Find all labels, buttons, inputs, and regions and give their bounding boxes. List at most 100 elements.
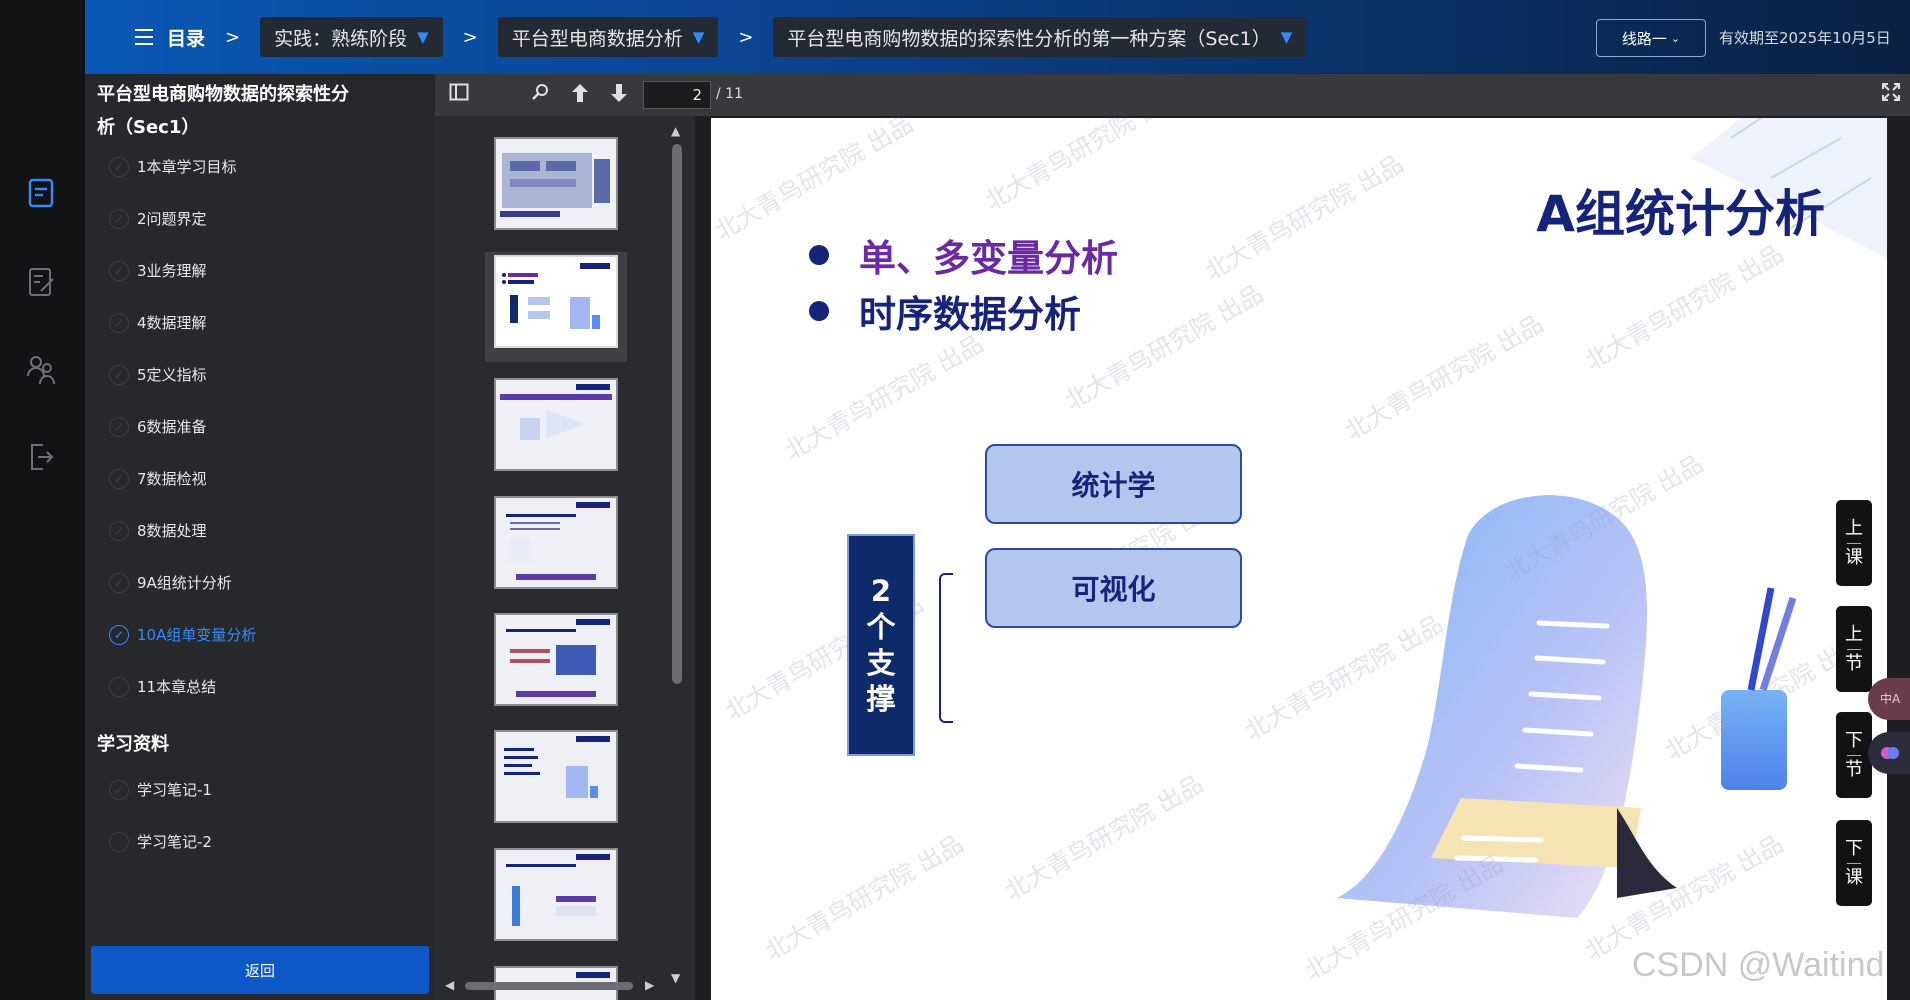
previous-lesson-button[interactable]: 上 课 bbox=[1836, 500, 1872, 586]
chapter-label: 2问题界定 bbox=[137, 210, 207, 228]
breadcrumb-course-label: 平台型电商数据分析 bbox=[511, 27, 683, 50]
pdf-toolbar: 2 / 11 bbox=[435, 74, 1910, 116]
caret-down-icon: ▼ bbox=[417, 28, 429, 46]
back-button[interactable]: 返回 bbox=[91, 946, 429, 994]
page-thumbnail[interactable] bbox=[494, 378, 618, 471]
support-label-char: 个 bbox=[866, 610, 896, 644]
scroll-left-icon[interactable]: ◀ bbox=[445, 978, 454, 992]
previous-page-icon[interactable] bbox=[570, 82, 590, 109]
toc-button[interactable]: 目录 bbox=[135, 24, 205, 51]
page-thumbnail-selected[interactable] bbox=[494, 255, 618, 348]
edit-icon[interactable] bbox=[26, 266, 56, 298]
course-title: 平台型电商购物数据的探索性分析（Sec1） bbox=[97, 84, 349, 138]
page-thumbnail[interactable] bbox=[494, 137, 618, 230]
pdf-page: 北大青鸟研究院 出品 北大青鸟研究院 出品 北大青鸟研究院 出品 北大青鸟研究院… bbox=[711, 118, 1887, 1000]
thumbnail-panel: ▲ ▼ ◀ ▶ bbox=[435, 116, 695, 1000]
chapter-item[interactable]: ✓ 7数据检视 bbox=[109, 468, 207, 489]
check-circle-icon: ✓ bbox=[109, 520, 129, 541]
search-icon[interactable] bbox=[530, 82, 550, 107]
fullscreen-icon[interactable] bbox=[1882, 82, 1900, 106]
previous-section-button[interactable]: 上 节 bbox=[1836, 606, 1872, 692]
chapter-item[interactable]: ✓ 9A组统计分析 bbox=[109, 572, 232, 593]
check-circle-icon: ✓ bbox=[109, 364, 129, 385]
chapter-item-active[interactable]: ✓ 10A组单变量分析 bbox=[109, 624, 256, 645]
bullet-dot bbox=[809, 301, 829, 321]
next-page-icon[interactable] bbox=[609, 82, 629, 109]
chapter-label: 5定义指标 bbox=[137, 366, 207, 384]
side-button-char: 课 bbox=[1845, 866, 1863, 888]
icon-rail bbox=[0, 0, 85, 1000]
pillar-box-statistics: 统计学 bbox=[985, 444, 1242, 524]
scroll-down-icon[interactable]: ▼ bbox=[671, 971, 680, 985]
circle-icon bbox=[109, 676, 129, 697]
check-circle-icon: ✓ bbox=[109, 260, 129, 281]
exit-icon[interactable] bbox=[26, 441, 56, 473]
material-label: 学习笔记-1 bbox=[137, 781, 212, 799]
chapter-label: 1本章学习目标 bbox=[137, 158, 237, 176]
page-thumbnail[interactable] bbox=[494, 848, 618, 941]
ai-brain-icon[interactable] bbox=[1868, 732, 1910, 774]
breadcrumb-course[interactable]: 平台型电商数据分析 ▼ bbox=[497, 17, 719, 57]
chapter-item[interactable]: ✓ 3业务理解 bbox=[109, 260, 207, 281]
breadcrumb-separator: > bbox=[225, 26, 241, 48]
translate-icon[interactable]: 中A bbox=[1868, 678, 1910, 720]
breadcrumb-stage[interactable]: 实践：熟练阶段 ▼ bbox=[260, 17, 443, 57]
chapter-sidebar: 平台型电商购物数据的探索性分析（Sec1） ✓ 1本章学习目标 ✓ 2问题界定 ✓ 3… bbox=[85, 74, 435, 1000]
route-select-button[interactable]: 线路一 ⌄ bbox=[1596, 19, 1706, 57]
chapter-label: 3业务理解 bbox=[137, 262, 207, 280]
svg-text:中A: 中A bbox=[1880, 691, 1901, 706]
chapter-item[interactable]: ✓ 6数据准备 bbox=[109, 416, 207, 437]
material-item[interactable]: 学习笔记-2 bbox=[109, 831, 212, 852]
page-thumbnail[interactable] bbox=[494, 496, 618, 589]
breadcrumb-separator: > bbox=[462, 26, 478, 48]
side-button-char: 上 bbox=[1845, 517, 1863, 539]
bullet-text: 时序数据分析 bbox=[859, 293, 1081, 336]
chapter-item[interactable]: 11本章总结 bbox=[109, 676, 216, 697]
side-button-char: 下 bbox=[1845, 837, 1863, 859]
scroll-up-icon[interactable]: ▲ bbox=[671, 124, 680, 138]
thumbnail-horizontal-scrollbar[interactable] bbox=[465, 982, 633, 990]
caret-down-icon: ▼ bbox=[1280, 28, 1293, 46]
document-icon[interactable] bbox=[26, 177, 56, 209]
check-circle-icon: ✓ bbox=[109, 779, 129, 800]
page-number-input[interactable]: 2 bbox=[643, 81, 711, 109]
next-section-button[interactable]: 下 节 bbox=[1836, 712, 1872, 798]
side-button-char: 节 bbox=[1845, 652, 1863, 674]
side-button-char: 下 bbox=[1845, 729, 1863, 751]
chapter-label: 11本章总结 bbox=[137, 678, 217, 696]
check-circle-icon: ✓ bbox=[109, 572, 129, 593]
materials-heading: 学习资料 bbox=[97, 734, 169, 755]
material-item[interactable]: ✓ 学习笔记-1 bbox=[109, 779, 212, 800]
breadcrumb-stage-label: 实践：熟练阶段 bbox=[274, 27, 408, 50]
next-lesson-button[interactable]: 下 课 bbox=[1836, 820, 1872, 906]
bullet-dot bbox=[809, 245, 829, 265]
chapter-item[interactable]: ✓ 2问题界定 bbox=[109, 208, 207, 229]
expiry-text: 有效期至2025年10月5日 bbox=[1719, 29, 1891, 47]
bullet-text: 单、多变量分析 bbox=[859, 237, 1118, 280]
slide-bullet: 单、多变量分析 bbox=[809, 228, 1118, 282]
caret-down-icon: ▼ bbox=[692, 28, 705, 46]
chapter-label: 4数据理解 bbox=[137, 314, 207, 332]
page-thumbnail[interactable] bbox=[494, 613, 618, 706]
page-total: / 11 bbox=[716, 86, 743, 102]
page-thumbnail[interactable] bbox=[494, 730, 618, 823]
chapter-item[interactable]: ✓ 4数据理解 bbox=[109, 312, 207, 333]
breadcrumb-lesson[interactable]: 平台型电商购物数据的探索性分析的第一种方案（Sec1） ▼ bbox=[773, 17, 1307, 57]
sidebar-toggle-icon[interactable] bbox=[449, 82, 469, 107]
top-bar: 目录 > 实践：熟练阶段 ▼ > 平台型电商数据分析 ▼ > 平台型电商购物数据… bbox=[85, 0, 1910, 74]
check-circle-icon: ✓ bbox=[109, 208, 129, 229]
scroll-right-icon[interactable]: ▶ bbox=[645, 978, 654, 992]
check-circle-icon: ✓ bbox=[109, 416, 129, 437]
thumbnail-scrollbar[interactable] bbox=[672, 144, 682, 684]
menu-icon bbox=[135, 29, 153, 45]
material-label: 学习笔记-2 bbox=[137, 833, 212, 851]
chapter-item[interactable]: ✓ 1本章学习目标 bbox=[109, 156, 237, 177]
chapter-item[interactable]: ✓ 8数据处理 bbox=[109, 520, 207, 541]
chapter-label: 7数据检视 bbox=[137, 470, 207, 488]
support-label-box: 2 个 支 撑 bbox=[847, 534, 915, 756]
chevron-down-icon: ⌄ bbox=[1670, 31, 1681, 45]
chapter-item[interactable]: ✓ 5定义指标 bbox=[109, 364, 207, 385]
people-icon[interactable] bbox=[26, 354, 56, 386]
toc-label: 目录 bbox=[167, 27, 206, 50]
csdn-watermark: CSDN @Waitind bbox=[1632, 946, 1885, 984]
